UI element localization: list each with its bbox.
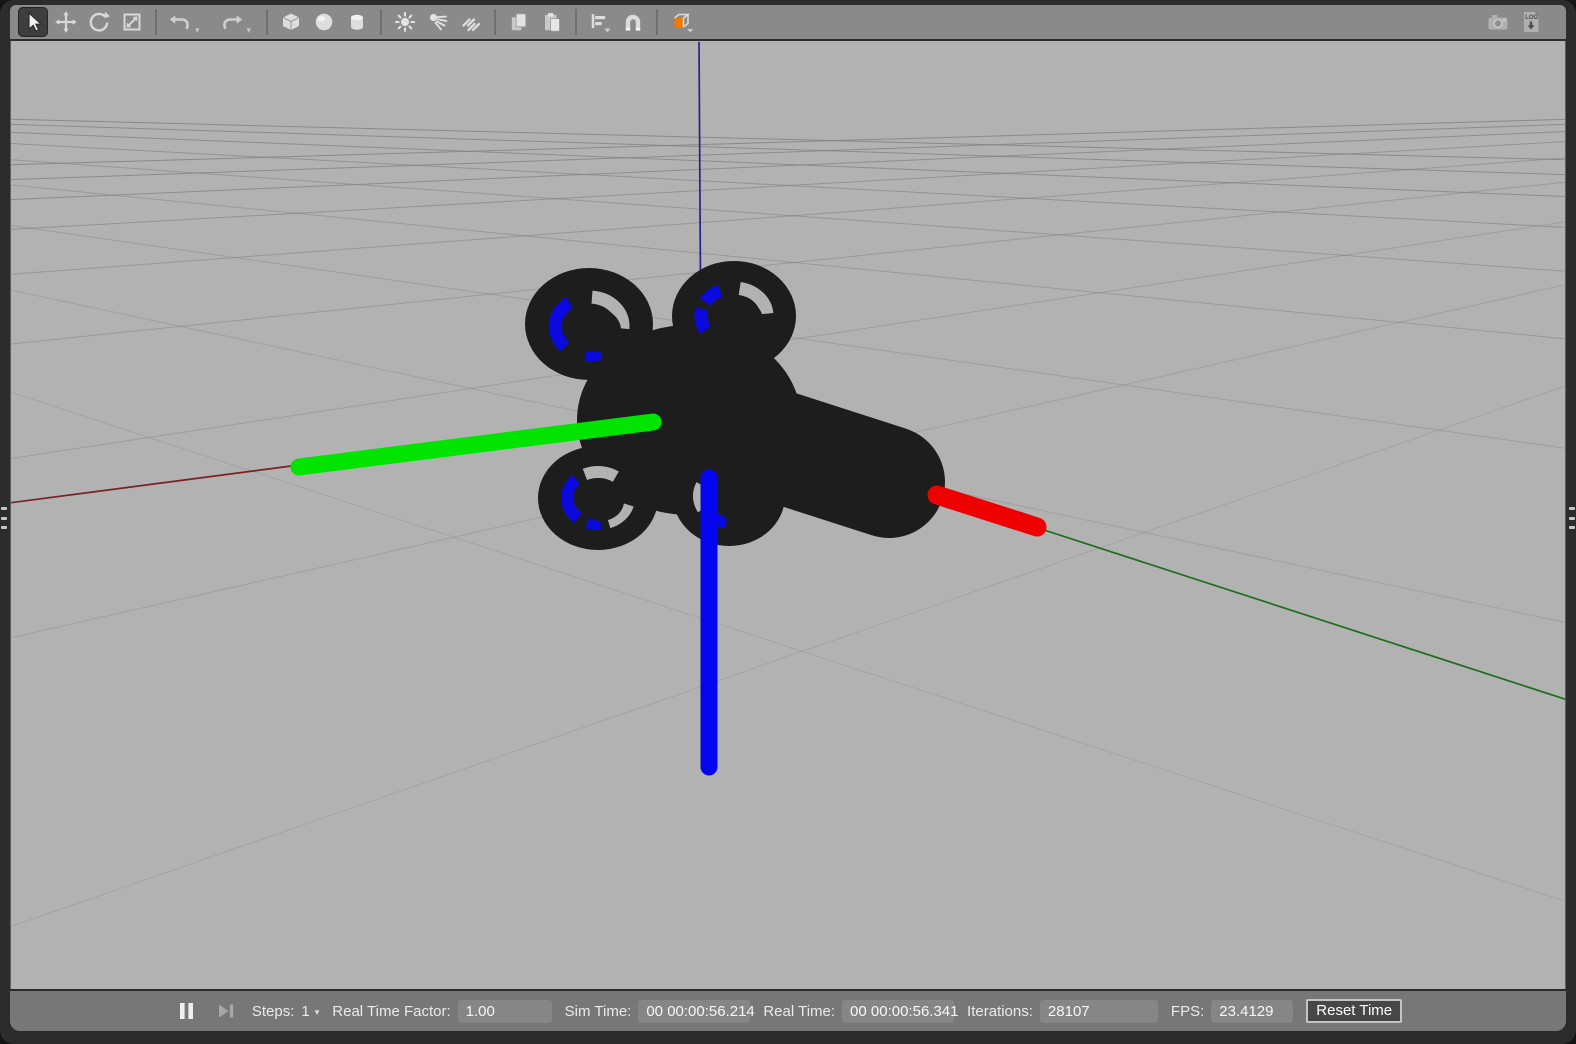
sphere-shape-button[interactable] xyxy=(309,7,339,37)
undo-button[interactable] xyxy=(165,7,195,37)
directional-light-button[interactable] xyxy=(456,7,486,37)
gazebo-window: ▾ ▾ LOG Steps: 1 ▾ Real Time Factor: 1.0… xyxy=(0,0,1576,1044)
log-record-button[interactable]: LOG xyxy=(1516,7,1546,37)
x-axis-indicator xyxy=(927,485,1047,537)
redo-history-caret[interactable]: ▾ xyxy=(247,26,252,35)
select-arrow-icon xyxy=(28,11,43,33)
sim-time-group: Sim Time: 00 00:00:56.214 xyxy=(564,999,755,1023)
world-axes xyxy=(11,41,1565,700)
scale-button[interactable] xyxy=(117,7,147,37)
select-arrow-button[interactable] xyxy=(18,7,48,37)
paste-button[interactable] xyxy=(537,7,567,37)
view-angle-button[interactable] xyxy=(666,7,696,37)
right-panel-splitter[interactable] xyxy=(1569,507,1575,529)
cylinder-icon xyxy=(351,14,364,30)
pause-icon xyxy=(179,1003,193,1019)
view-angle-cube-icon xyxy=(674,13,694,33)
point-light-button[interactable] xyxy=(390,7,420,37)
ground-grid xyxy=(11,118,1565,928)
reset-time-button[interactable]: Reset Time xyxy=(1306,998,1403,1024)
undo-history-caret[interactable]: ▾ xyxy=(195,26,200,35)
fps-group: FPS: 23.4129 xyxy=(1170,999,1294,1023)
step-button[interactable] xyxy=(213,999,239,1023)
fps-field[interactable]: 23.4129 xyxy=(1211,999,1294,1023)
box-icon xyxy=(282,13,300,30)
sim-time-field[interactable]: 00 00:00:56.214 xyxy=(638,999,755,1023)
viewport-3d[interactable] xyxy=(10,41,1566,989)
camera-icon xyxy=(1488,15,1508,30)
iterations-label: Iterations: xyxy=(967,1002,1033,1020)
align-icon xyxy=(591,14,611,33)
fps-label: FPS: xyxy=(1170,1002,1205,1020)
real-time-factor-field[interactable]: 1.00 xyxy=(457,999,552,1023)
iterations-group: Iterations: 28107 xyxy=(967,999,1158,1023)
svg-text:LOG: LOG xyxy=(1525,15,1538,21)
box-shape-button[interactable] xyxy=(276,7,306,37)
pause-button[interactable] xyxy=(174,999,200,1023)
real-time-group: Real Time: 00 00:00:56.341 xyxy=(763,999,958,1023)
world-y-axis-line xyxy=(1040,528,1565,700)
scale-icon xyxy=(123,13,141,31)
directional-light-icon xyxy=(462,18,481,32)
copy-button[interactable] xyxy=(504,7,534,37)
rotate-button[interactable] xyxy=(84,7,114,37)
redo-button[interactable] xyxy=(217,7,247,37)
real-time-factor-group: Real Time Factor: 1.00 xyxy=(332,999,552,1023)
steps-value[interactable]: 1 xyxy=(301,1003,309,1020)
spot-light-button[interactable] xyxy=(423,7,453,37)
main-toolbar: ▾ ▾ LOG xyxy=(10,5,1566,39)
rotate-icon xyxy=(89,11,110,32)
translate-icon xyxy=(55,11,77,33)
undo-icon xyxy=(169,15,189,30)
log-icon: LOG xyxy=(1524,12,1539,32)
sphere-icon xyxy=(315,13,333,31)
toolbar-separator xyxy=(266,9,269,35)
toolbar-separator xyxy=(155,9,157,35)
copy-icon xyxy=(511,13,527,31)
toolbar-separator xyxy=(575,9,578,35)
redo-icon xyxy=(222,15,242,30)
steps-label: Steps: xyxy=(251,1002,295,1020)
real-time-field[interactable]: 00 00:00:56.341 xyxy=(842,999,958,1023)
screenshot-button[interactable] xyxy=(1483,7,1513,37)
spot-light-icon xyxy=(429,13,448,31)
snap-button[interactable] xyxy=(618,7,648,37)
steps-spinner-caret[interactable]: ▾ xyxy=(315,1007,320,1018)
step-forward-icon xyxy=(218,1004,234,1018)
iterations-field[interactable]: 28107 xyxy=(1039,999,1158,1023)
toolbar-separator xyxy=(494,9,497,35)
snap-magnet-icon xyxy=(625,14,641,31)
paste-icon xyxy=(545,13,560,32)
align-button[interactable] xyxy=(585,7,615,37)
simulation-statusbar: Steps: 1 ▾ Real Time Factor: 1.00 Sim Ti… xyxy=(10,991,1566,1031)
steps-control: Steps: 1 ▾ xyxy=(252,1003,319,1020)
point-light-icon xyxy=(395,12,416,32)
scene-canvas xyxy=(11,41,1565,928)
sim-time-label: Sim Time: xyxy=(564,1002,632,1020)
translate-button[interactable] xyxy=(51,7,81,37)
real-time-label: Real Time: xyxy=(763,1002,836,1020)
cylinder-shape-button[interactable] xyxy=(342,7,372,37)
left-panel-splitter[interactable] xyxy=(1,507,7,529)
toolbar-separator xyxy=(380,9,383,35)
real-time-factor-label: Real Time Factor: xyxy=(332,1002,451,1020)
toolbar-separator xyxy=(656,9,659,35)
